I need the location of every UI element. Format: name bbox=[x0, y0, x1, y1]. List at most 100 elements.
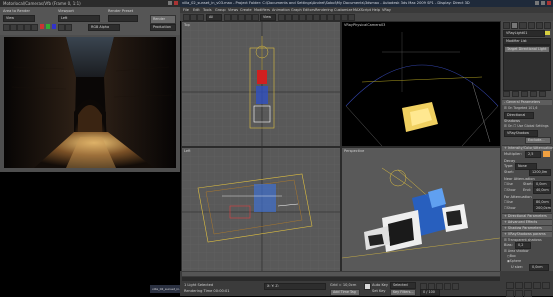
motion-tab-icon[interactable] bbox=[527, 22, 535, 29]
shadows-on-checkbox[interactable]: ☒ bbox=[504, 124, 507, 128]
render-button[interactable]: Render bbox=[150, 15, 176, 24]
layer-manager-icon[interactable] bbox=[313, 14, 320, 21]
remove-modifier-icon[interactable] bbox=[530, 91, 537, 97]
light-type-dropdown[interactable]: Directional bbox=[504, 112, 534, 119]
link-icon[interactable] bbox=[197, 14, 204, 21]
reference-coord-dropdown[interactable]: View bbox=[260, 14, 276, 21]
far-end-spinner[interactable]: 200,0cm bbox=[533, 205, 551, 212]
angle-snap-icon[interactable] bbox=[292, 14, 299, 21]
mirror-icon[interactable] bbox=[299, 14, 306, 21]
menu-edit[interactable]: Edit bbox=[193, 8, 200, 12]
menu-maxscript[interactable]: MAXScript bbox=[353, 8, 371, 12]
render-frame-icon[interactable] bbox=[341, 14, 348, 21]
clone-frame-icon[interactable] bbox=[17, 24, 24, 31]
menu-create[interactable]: Create bbox=[240, 8, 252, 12]
mono-icon[interactable] bbox=[65, 24, 72, 31]
menu-tools[interactable]: Tools bbox=[203, 8, 212, 12]
save-image-icon[interactable] bbox=[3, 24, 10, 31]
rollout-general-parameters[interactable]: - General Parameters bbox=[502, 99, 552, 105]
material-editor-icon[interactable] bbox=[327, 14, 334, 21]
redo-icon[interactable] bbox=[190, 14, 197, 21]
viewport-perspective[interactable]: Perspective bbox=[341, 147, 501, 273]
pin-stack-icon[interactable] bbox=[503, 91, 510, 97]
render-setup-icon[interactable] bbox=[334, 14, 341, 21]
viewport-left[interactable]: Left bbox=[181, 147, 341, 273]
align-icon[interactable] bbox=[306, 14, 313, 21]
minimize-icon[interactable] bbox=[535, 1, 539, 5]
select-icon[interactable] bbox=[224, 14, 231, 21]
show-end-result-icon[interactable] bbox=[512, 91, 519, 97]
main-titlebar[interactable]: villa_02_sunset_in_v03.max - Project Fol… bbox=[180, 0, 553, 7]
go-to-end-icon[interactable] bbox=[452, 283, 459, 290]
zoom-all-icon[interactable] bbox=[515, 282, 523, 289]
production-dropdown[interactable]: Production bbox=[150, 24, 176, 31]
menu-graph-editors[interactable]: Graph Editors bbox=[291, 8, 315, 12]
selection-filter-dropdown[interactable]: All bbox=[206, 14, 222, 21]
transparent-shadows-checkbox[interactable]: ☒ bbox=[504, 238, 507, 242]
print-icon[interactable] bbox=[24, 24, 31, 31]
exclude-button[interactable]: Exclude... bbox=[525, 137, 551, 144]
display-tab-icon[interactable] bbox=[535, 22, 543, 29]
utilities-tab-icon[interactable] bbox=[543, 22, 552, 29]
scale-icon[interactable] bbox=[252, 14, 259, 21]
coordinate-readout[interactable]: X: Y: Z: bbox=[264, 283, 326, 290]
multiplier-spinner[interactable]: 2,5 bbox=[525, 151, 541, 158]
menu-customize[interactable]: Customize bbox=[334, 8, 352, 12]
copy-image-icon[interactable] bbox=[10, 24, 17, 31]
zoom-extents-all-icon[interactable] bbox=[533, 282, 541, 289]
quick-render-icon[interactable] bbox=[348, 14, 355, 21]
stack-item[interactable]: Target Directional Light bbox=[505, 47, 549, 52]
next-frame-icon[interactable] bbox=[444, 283, 451, 290]
menu-views[interactable]: Views bbox=[228, 8, 238, 12]
area-shadow-checkbox[interactable]: ☒ bbox=[504, 249, 507, 253]
field-of-view-icon[interactable] bbox=[542, 282, 550, 289]
modify-tab-icon[interactable] bbox=[511, 22, 519, 29]
select-by-name-icon[interactable] bbox=[231, 14, 238, 21]
menu-file[interactable]: File bbox=[183, 8, 189, 12]
clear-icon[interactable] bbox=[31, 24, 38, 31]
zoom-icon[interactable] bbox=[506, 282, 514, 289]
move-icon[interactable] bbox=[238, 14, 245, 21]
area-to-render-dropdown[interactable]: View bbox=[3, 15, 35, 22]
object-color-swatch[interactable] bbox=[545, 31, 550, 35]
maximize-icon[interactable] bbox=[541, 1, 545, 5]
green-channel-icon[interactable] bbox=[46, 24, 50, 29]
near-end-spinner[interactable]: 40,0cm bbox=[533, 187, 551, 194]
key-filters-button[interactable]: Key Filters... bbox=[390, 289, 416, 296]
track-bar[interactable] bbox=[182, 277, 500, 281]
menu-help[interactable]: Help bbox=[372, 8, 380, 12]
menu-modifiers[interactable]: Modifiers bbox=[254, 8, 270, 12]
decay-start-spinner[interactable]: 1200,0m bbox=[529, 169, 551, 176]
light-color-swatch[interactable] bbox=[543, 151, 550, 157]
auto-key-button[interactable]: Auto Key bbox=[372, 283, 388, 287]
menu-animation[interactable]: Animation bbox=[272, 8, 290, 12]
viewport-dropdown[interactable]: Left bbox=[58, 15, 100, 22]
frame-counter[interactable]: 0 / 100 bbox=[420, 289, 440, 296]
hierarchy-tab-icon[interactable] bbox=[519, 22, 527, 29]
menu-rendering[interactable]: Rendering bbox=[315, 8, 333, 12]
taskbar-item[interactable]: villa_02_sunset_in... bbox=[150, 285, 180, 293]
alpha-icon[interactable] bbox=[58, 24, 65, 31]
use-global-checkbox[interactable]: ☐ bbox=[513, 124, 516, 128]
add-time-tag-button[interactable]: Add Time Tag bbox=[330, 289, 360, 296]
channel-dropdown[interactable]: RGB Alpha bbox=[88, 24, 120, 31]
bias-spinner[interactable]: 0,2 bbox=[515, 242, 531, 249]
render-preset-dropdown[interactable] bbox=[108, 15, 138, 22]
checkbox-on[interactable]: ☒ bbox=[504, 106, 507, 110]
shadow-type-dropdown[interactable]: VRayShadow bbox=[504, 130, 538, 137]
curve-editor-icon[interactable] bbox=[320, 14, 327, 21]
menu-vray[interactable]: VRay bbox=[382, 8, 391, 12]
rollout-vrayshadows[interactable]: + VRayShadows params bbox=[502, 231, 552, 237]
rotate-icon[interactable] bbox=[245, 14, 252, 21]
create-tab-icon[interactable] bbox=[503, 22, 511, 29]
make-unique-icon[interactable] bbox=[521, 91, 528, 97]
close-icon[interactable] bbox=[174, 1, 178, 5]
close-icon[interactable] bbox=[547, 1, 551, 5]
viewport-camera[interactable]: VRayPhysicalCamera03 bbox=[341, 21, 501, 147]
set-key-button[interactable]: Set Key bbox=[372, 289, 386, 293]
minimize-icon[interactable] bbox=[168, 1, 172, 5]
undo-icon[interactable] bbox=[183, 14, 190, 21]
modifier-list-dropdown[interactable]: Modifier List bbox=[503, 38, 551, 45]
viewport-top[interactable]: Top bbox=[181, 21, 341, 147]
pivot-icon[interactable] bbox=[278, 14, 285, 21]
